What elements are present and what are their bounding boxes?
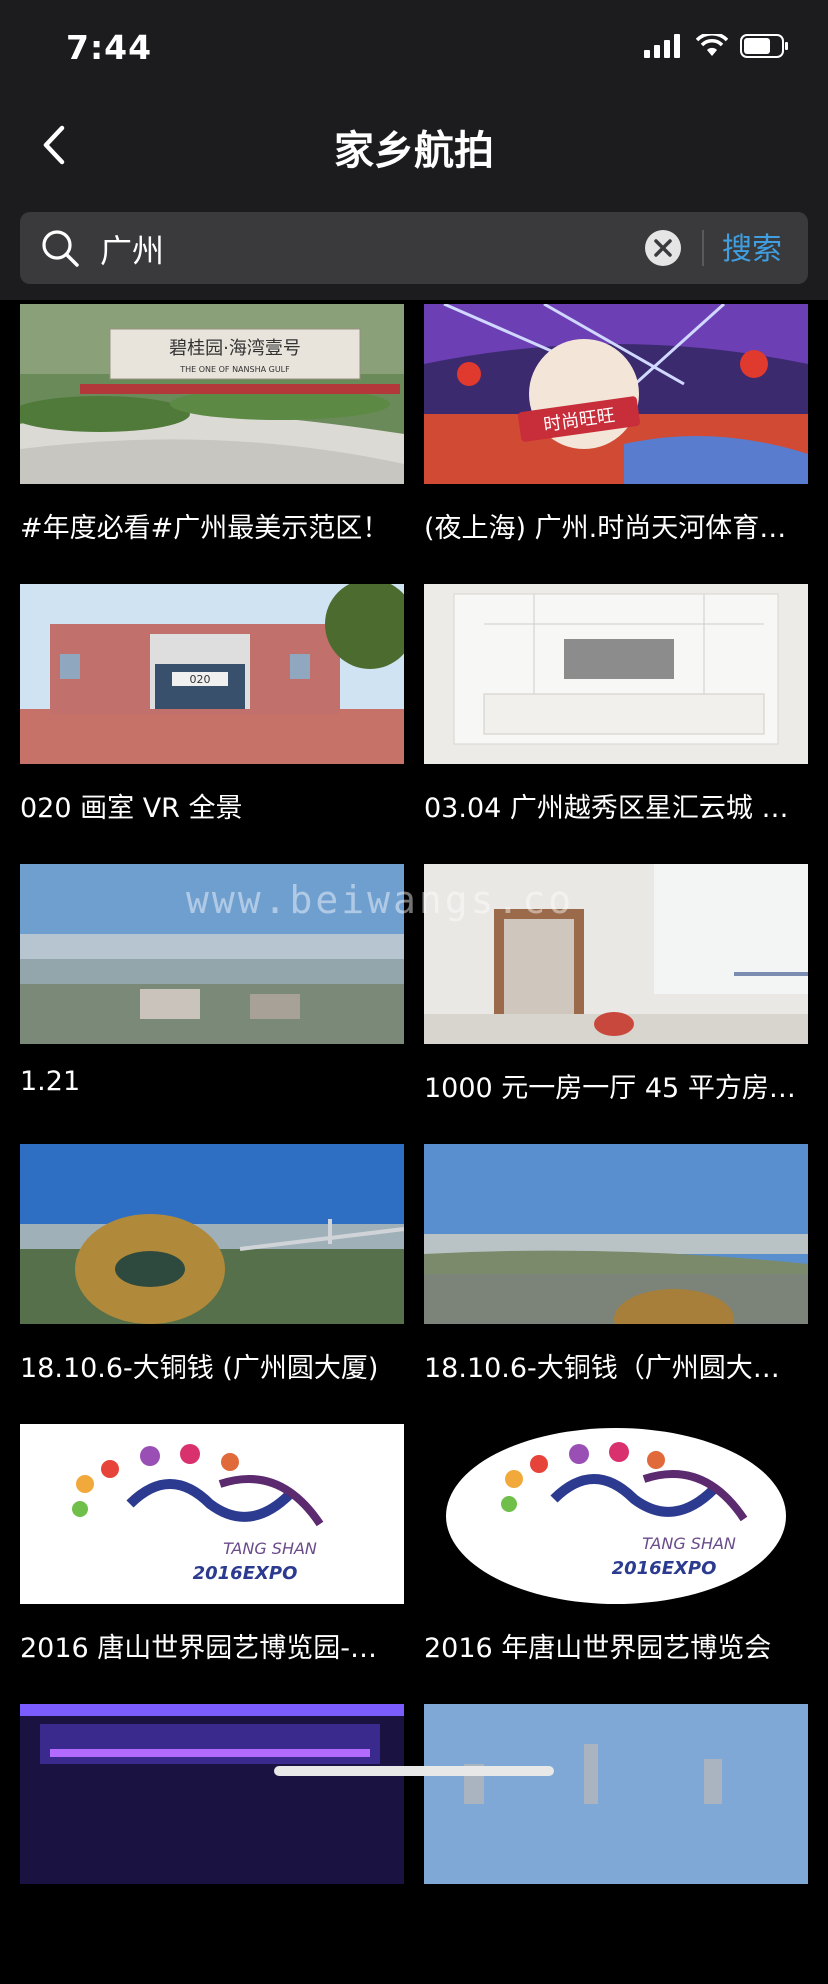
result-title: #年度必看#广州最美示范区！ [20,513,390,544]
result-title: 020 画室 VR 全景 [20,793,243,824]
result-card[interactable]: TANG SHAN 2016EXPO 2016 唐山世界园艺博览园-… [20,1424,404,1704]
search-area: 搜索 [0,200,828,300]
result-thumbnail [20,1144,404,1324]
result-card[interactable]: 时尚旺旺 (夜上海) 广州.时尚天河体育… [424,304,808,584]
result-thumbnail [424,584,808,764]
thumb-logo-text: TANG SHAN [642,1534,736,1553]
result-thumbnail: 碧桂园·海湾壹号 THE ONE OF NANSHA GULF [20,304,404,484]
result-card[interactable]: 18.10.6-大铜钱（广州圆大… [424,1144,808,1424]
search-bar[interactable]: 搜索 [20,212,808,284]
search-divider [702,230,704,266]
result-card[interactable]: 18.10.6-大铜钱 (广州圆大厦) [20,1144,404,1424]
clear-icon[interactable] [644,229,682,267]
status-bar: 7:44 [0,0,828,90]
result-thumbnail [424,1704,808,1884]
thumb-logo-text: TANG SHAN [223,1539,317,1558]
result-title: 1000 元一房一厅 45 平方房… [424,1073,796,1104]
thumb-sign-subtext: THE ONE OF NANSHA GULF [179,365,290,374]
cellular-signal-icon [644,34,680,58]
result-card[interactable] [424,1704,808,1984]
result-thumbnail: 020 [20,584,404,764]
thumb-sign-text: 020 [190,673,211,686]
result-title: 18.10.6-大铜钱 (广州圆大厦) [20,1353,379,1384]
thumb-logo-subtext: 2016EXPO [193,1563,298,1584]
result-thumbnail: TANG SHAN 2016EXPO [424,1424,808,1604]
result-title: 1.21 [20,1066,81,1097]
result-title: (夜上海) 广州.时尚天河体育… [424,513,787,544]
result-card[interactable]: 碧桂园·海湾壹号 THE ONE OF NANSHA GULF #年度必看#广州… [20,304,404,584]
thumb-sign-text: 碧桂园·海湾壹号 [169,338,301,359]
result-thumbnail: TANG SHAN 2016EXPO [20,1424,404,1604]
result-title: 03.04 广州越秀区星汇云城 … [424,793,789,824]
result-card[interactable]: 020 020 画室 VR 全景 [20,584,404,864]
search-button[interactable]: 搜索 [722,224,782,268]
result-title: 2016 唐山世界园艺博览园-… [20,1633,378,1664]
result-card[interactable]: 03.04 广州越秀区星汇云城 … [424,584,808,864]
result-card[interactable] [20,1704,404,1984]
watermark-text: www.beiwangs.co [186,878,575,922]
status-icons [644,34,790,58]
thumb-logo-subtext: 2016EXPO [612,1558,717,1579]
search-icon [42,230,79,267]
result-thumbnail: 时尚旺旺 [424,304,808,484]
status-time: 7:44 [66,28,153,67]
result-title: 18.10.6-大铜钱（广州圆大… [424,1353,780,1384]
nav-bar: 家乡航拍 [0,90,828,200]
results-grid: 碧桂园·海湾壹号 THE ONE OF NANSHA GULF #年度必看#广州… [20,304,808,1984]
wifi-icon [696,34,728,56]
home-indicator[interactable] [274,1766,554,1776]
result-card[interactable]: TANG SHAN 2016EXPO 2016 年唐山世界园艺博览会 [424,1424,808,1704]
search-input[interactable] [98,222,642,276]
result-thumbnail [424,1144,808,1324]
battery-icon [740,34,788,58]
page-title: 家乡航拍 [334,128,494,174]
result-title: 2016 年唐山世界园艺博览会 [424,1633,772,1664]
result-thumbnail [20,1704,404,1884]
